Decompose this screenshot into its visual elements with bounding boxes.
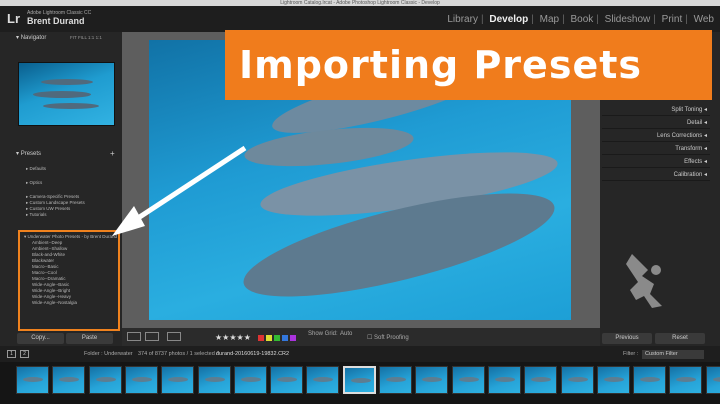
color-label-green[interactable] (274, 335, 280, 341)
zoom-custom[interactable]: 1:1 (96, 35, 102, 40)
zoom-fill[interactable]: FILL (78, 35, 87, 40)
loupe-view-icon[interactable] (127, 332, 141, 341)
copy-button[interactable]: Copy... (17, 333, 64, 344)
show-grid-label: Show Grid: (308, 331, 338, 337)
before-after-icon[interactable] (145, 332, 159, 341)
navigator-zoom-options: FIT FILL 1:1 1:1 (70, 35, 102, 45)
panel-lens-corrections[interactable]: Lens Corrections ◂ (602, 130, 710, 142)
filmstrip-thumbnail[interactable] (596, 366, 630, 394)
zoom-fit[interactable]: FIT (70, 35, 77, 40)
color-label-purple[interactable] (290, 335, 296, 341)
thumbnail-dolphin (59, 377, 80, 382)
reset-button[interactable]: Reset (655, 333, 705, 344)
thumbnail-dolphin (676, 377, 697, 382)
thumbnail-dolphin (712, 377, 720, 382)
filmstrip-thumbnail[interactable] (88, 366, 122, 394)
module-book[interactable]: Book (570, 14, 593, 25)
navigator-title: Navigator (20, 35, 47, 41)
filter-label: Filter : (623, 351, 639, 357)
panel-effects[interactable]: Effects ◂ (602, 156, 710, 168)
thumbnail-dolphin (458, 377, 479, 382)
module-library[interactable]: Library (447, 14, 478, 25)
page-2-button[interactable]: 2 (20, 350, 29, 358)
filmstrip-thumbnail[interactable] (633, 366, 667, 394)
add-preset-icon[interactable]: + (110, 149, 115, 159)
filmstrip-thumbnail[interactable] (124, 366, 158, 394)
thumbnail-dolphin (422, 377, 443, 382)
thumbnail-dolphin (240, 377, 261, 382)
presets-header[interactable]: ▾ Presets (16, 150, 41, 160)
color-label-yellow[interactable] (266, 335, 272, 341)
filmstrip-thumbnail[interactable] (560, 366, 594, 394)
navigator-preview[interactable] (18, 62, 115, 126)
show-grid-select[interactable]: Auto (340, 331, 352, 337)
panel-transform[interactable]: Transform ◂ (602, 143, 710, 155)
panel-split-toning[interactable]: Split Toning ◂ (602, 104, 710, 116)
thumbnail-dolphin (313, 377, 334, 382)
module-slideshow[interactable]: Slideshow (605, 14, 651, 25)
filmstrip-thumbnail[interactable] (52, 366, 86, 394)
highlight-box (18, 230, 120, 331)
lightroom-logo: Lr (7, 11, 20, 26)
presets-title: Presets (20, 151, 42, 157)
thumbnail-dolphin (95, 377, 116, 382)
thumbnail-dolphin (350, 378, 371, 383)
diver-logo-icon (626, 254, 662, 308)
thumbnail-dolphin (640, 377, 661, 382)
filmstrip-thumbnail[interactable] (16, 366, 49, 394)
star-rating[interactable]: ★★★★★ (215, 333, 251, 342)
paste-button[interactable]: Paste (66, 333, 113, 344)
previous-button[interactable]: Previous (602, 333, 652, 344)
thumbnail-dolphin (531, 377, 552, 382)
thumbnail-dolphin (168, 377, 189, 382)
filter-select[interactable]: Custom Filter (642, 350, 704, 359)
navigator-header[interactable]: ▾ Navigator (16, 34, 46, 44)
preset-group[interactable]: ▸ Optics (26, 180, 85, 186)
filmstrip-thumbnail[interactable] (487, 366, 521, 394)
filmstrip-thumbnail[interactable] (342, 366, 376, 394)
module-map[interactable]: Map (540, 14, 559, 25)
thumbnail-dolphin (567, 377, 588, 382)
thumbnail-dolphin (277, 377, 298, 382)
panel-calibration[interactable]: Calibration ◂ (602, 169, 710, 181)
identity-plate-name: Brent Durand (27, 16, 85, 26)
compare-icon[interactable] (167, 332, 181, 341)
soft-proofing-checkbox[interactable]: ☐ Soft Proofing (367, 334, 409, 341)
color-label-red[interactable] (258, 335, 264, 341)
zoom-1-1[interactable]: 1:1 (88, 35, 94, 40)
filmstrip-thumbnail[interactable] (705, 366, 720, 394)
filmstrip-thumbnail[interactable] (197, 366, 231, 394)
color-label-blue[interactable] (282, 335, 288, 341)
preset-groups: ▸ Defaults ▸ Optics ▸ Camera-Specific Pr… (26, 166, 85, 218)
thumbnail-dolphin (603, 377, 624, 382)
filmstrip-thumbnail[interactable] (161, 366, 195, 394)
filmstrip-thumbnail[interactable] (379, 366, 412, 394)
filmstrip-thumbnail[interactable] (415, 366, 449, 394)
folder-source[interactable]: Folder : Underwater (84, 351, 133, 357)
selected-filename: durand-20160619-19832.CR2 (216, 351, 290, 357)
module-print[interactable]: Print (662, 14, 683, 25)
module-develop[interactable]: Develop (489, 14, 528, 25)
soft-proofing-label: Soft Proofing (374, 335, 409, 341)
filmstrip-thumbnail[interactable] (524, 366, 558, 394)
page-1-button[interactable]: 1 (7, 350, 16, 358)
module-picker: Library | Develop | Map | Book | Slideshow | … (447, 14, 714, 25)
photo-count: 374 of 8737 photos / 1 selected / (138, 351, 218, 357)
preset-group[interactable]: ▸ Tutorials (26, 212, 85, 218)
panel-detail[interactable]: Detail ◂ (602, 117, 710, 129)
thumbnail-dolphin (386, 377, 406, 382)
thumbnail-dolphin (131, 377, 152, 382)
module-web[interactable]: Web (694, 14, 714, 25)
thumbnail-dolphin (23, 377, 43, 382)
filmstrip-thumbnail[interactable] (233, 366, 267, 394)
filmstrip-thumbnail[interactable] (669, 366, 703, 394)
thumbnail-dolphin (204, 377, 225, 382)
develop-toolbar (122, 328, 600, 346)
filmstrip-thumbnail[interactable] (270, 366, 304, 394)
filmstrip-thumbnail[interactable] (306, 366, 340, 394)
thumbnail-dolphin (494, 377, 515, 382)
filmstrip-thumbnail[interactable] (451, 366, 485, 394)
preset-group[interactable]: ▸ Defaults (26, 166, 85, 172)
title-banner: Importing Presets (225, 30, 712, 100)
